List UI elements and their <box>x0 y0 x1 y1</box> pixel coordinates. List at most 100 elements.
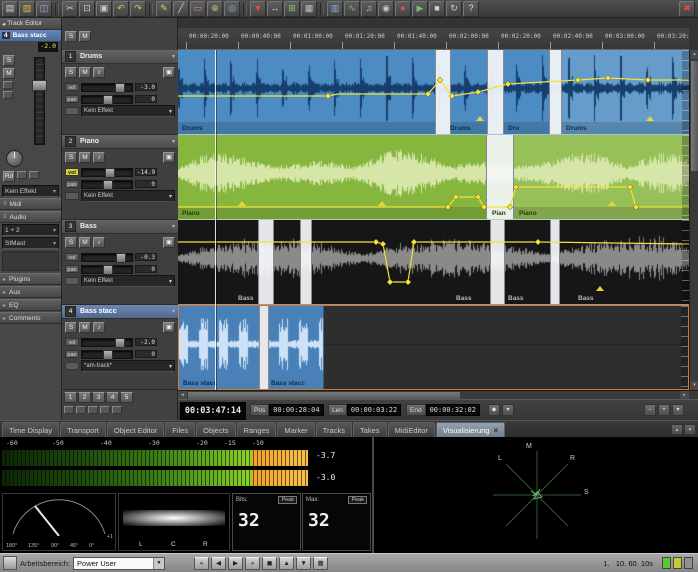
paste-icon[interactable]: ▣ <box>96 1 112 17</box>
track-title-bar[interactable]: 3Bass▾ <box>62 220 178 234</box>
fade-marker-icon[interactable] <box>378 201 386 206</box>
section-eq[interactable]: ▸ EQ <box>0 299 61 311</box>
len-field[interactable]: Len 00:00:03:22 <box>328 404 401 416</box>
zoom-out-button[interactable]: − <box>644 404 656 416</box>
fade-marker-icon[interactable] <box>596 286 604 291</box>
master-mute-button[interactable]: M <box>79 31 91 42</box>
horizontal-scrollbar[interactable]: ◂ ▸ <box>178 390 698 399</box>
mute-button[interactable]: M <box>79 322 91 333</box>
slider-handle[interactable] <box>103 265 113 275</box>
arrange-track-piano[interactable]: PianoPianPiano <box>178 135 689 220</box>
layer-button-3[interactable]: 3 <box>92 392 105 403</box>
pencil-tool-icon[interactable]: ✎ <box>156 1 172 17</box>
tab-scroll-down-icon[interactable]: ▾ <box>684 424 696 435</box>
peak-reset-button[interactable]: Peak <box>348 496 367 504</box>
track-title-bar[interactable]: 2Piano▾ <box>62 135 178 149</box>
lock-button[interactable]: ▣ <box>163 237 175 248</box>
audio-master-dropdown[interactable]: StMast ▾ <box>2 237 59 249</box>
timeline-ruler[interactable]: 00:00:20:0000:00:40:0000:01:00:0000:01:2… <box>178 28 689 50</box>
slider-handle[interactable] <box>103 95 113 105</box>
fade-marker-icon[interactable] <box>608 201 616 206</box>
master-solo-button[interactable]: S <box>65 31 77 42</box>
pos-field[interactable]: Pos 00:00:28:04 <box>250 404 324 416</box>
collapse-arrow-icon[interactable]: ▾ <box>172 53 175 60</box>
pan-slider[interactable] <box>81 95 133 104</box>
slider-handle[interactable] <box>116 253 126 263</box>
editor-solo-button[interactable]: S <box>3 55 15 66</box>
track-effect-dropdown[interactable]: *am-track*▾ <box>81 360 175 372</box>
slider-handle[interactable] <box>115 83 125 93</box>
pan-slider[interactable] <box>81 180 133 189</box>
cut-icon[interactable]: ✂ <box>62 1 78 17</box>
tab-scroll-up-icon[interactable]: ▴ <box>671 424 683 435</box>
section-aux[interactable]: ▸ Aux <box>0 286 61 298</box>
tab-ranges[interactable]: Ranges <box>237 422 277 437</box>
eraser-tool-icon[interactable]: ▭ <box>190 1 206 17</box>
monitor-button[interactable] <box>3 91 13 99</box>
zoom-preset-button[interactable]: ▾ <box>672 404 684 416</box>
track-editor-header[interactable]: ◂ Track Editor <box>0 18 61 30</box>
tab-tracks[interactable]: Tracks <box>316 422 352 437</box>
editor-mute-button[interactable]: M <box>3 68 15 79</box>
track-title-bar[interactable]: 1Drums▾ <box>62 50 178 64</box>
track-effect-dropdown[interactable]: Kein Effekt▾ <box>81 275 175 287</box>
save-project-icon[interactable]: ◫ <box>36 1 52 17</box>
vol-slider[interactable] <box>81 168 133 177</box>
collapse-icon[interactable]: ◂ <box>2 20 5 28</box>
arrange-track-drums[interactable]: DrumsDrumsDruDrums <box>178 50 689 135</box>
transport-menu-button[interactable]: ▾ <box>502 404 514 416</box>
input-button[interactable] <box>17 171 27 179</box>
track-header-2[interactable]: 2Piano▾SM♪▣vol-14.9pan0Kein Effekt▾ <box>62 135 178 220</box>
slider-handle[interactable] <box>105 168 115 178</box>
undo-icon[interactable]: ↶ <box>113 1 129 17</box>
tab-close-icon[interactable]: × <box>493 424 498 437</box>
glue-tool-icon[interactable]: ⊕ <box>207 1 223 17</box>
track-effect-dropdown[interactable]: Kein Effekt▾ <box>81 190 175 202</box>
mute-button[interactable]: M <box>79 152 91 163</box>
mixer-icon[interactable]: ▥ <box>327 1 343 17</box>
tab-files[interactable]: Files <box>165 422 195 437</box>
track-editor-track-bar[interactable]: 4 Bass stacc <box>0 30 61 41</box>
len-value[interactable]: 00:00:03:22 <box>347 404 401 416</box>
tab-object-editor[interactable]: Object Editor <box>107 422 164 437</box>
track-title-bar[interactable]: 4Bass stacc▾ <box>62 305 178 319</box>
arrange-track-bass[interactable]: BassBassBassBass <box>178 220 689 305</box>
tab-marker[interactable]: Marker <box>277 422 314 437</box>
loop-icon[interactable]: ↻ <box>446 1 462 17</box>
cd-icon[interactable]: ◉ <box>378 1 394 17</box>
copy-icon[interactable]: ⊡ <box>79 1 95 17</box>
collapse-arrow-icon[interactable]: ▾ <box>172 138 175 145</box>
section-comments[interactable]: ▸ Comments <box>0 312 61 324</box>
track-effect-dropdown[interactable]: Kein Effekt▾ <box>81 105 175 117</box>
tab-objects[interactable]: Objects <box>196 422 235 437</box>
audio-out-dropdown[interactable]: 1 + 2 ▾ <box>2 224 59 236</box>
range-icon[interactable]: ↔ <box>267 1 283 17</box>
slider-handle[interactable] <box>103 180 113 190</box>
nav-last-icon[interactable]: » <box>245 557 260 570</box>
peak-reset-button[interactable]: Peak <box>278 496 297 504</box>
snap-icon[interactable]: ⊞ <box>284 1 300 17</box>
nav-grid-icon[interactable]: ▦ <box>313 557 328 570</box>
mute-button[interactable]: M <box>79 67 91 78</box>
automation-button[interactable] <box>3 81 13 89</box>
close-panel-icon[interactable]: ✖ <box>679 1 695 17</box>
midi-editor-icon[interactable]: ♫ <box>361 1 377 17</box>
scroll-up-icon[interactable]: ▴ <box>690 50 698 59</box>
play-icon[interactable]: ▶ <box>412 1 428 17</box>
lock-button[interactable]: ▣ <box>163 67 175 78</box>
footer-icon[interactable] <box>88 406 98 414</box>
vertical-scrollbar[interactable]: ▴ ▾ <box>689 50 698 390</box>
speaker-icon[interactable]: ♪ <box>93 67 105 78</box>
transport-opt-button[interactable]: ◆ <box>488 404 500 416</box>
layer-button-4[interactable]: 4 <box>106 392 119 403</box>
solo-button[interactable]: S <box>65 67 77 78</box>
vertical-scroll-thumb[interactable] <box>691 61 698 171</box>
nav-down-icon[interactable]: ▼ <box>296 557 311 570</box>
layer-button-1[interactable]: 1 <box>64 392 77 403</box>
track-header-1[interactable]: 1Drums▾SM♪▣vol-3.0pan0Kein Effekt▾ <box>62 50 178 135</box>
track-effect-drop[interactable]: Kein Effekt ▾ <box>2 185 59 197</box>
lock-button[interactable]: ▣ <box>163 322 175 333</box>
visualization-icon[interactable]: ∿ <box>344 1 360 17</box>
redo-icon[interactable]: ↷ <box>130 1 146 17</box>
marker-icon[interactable]: ▼ <box>250 1 266 17</box>
